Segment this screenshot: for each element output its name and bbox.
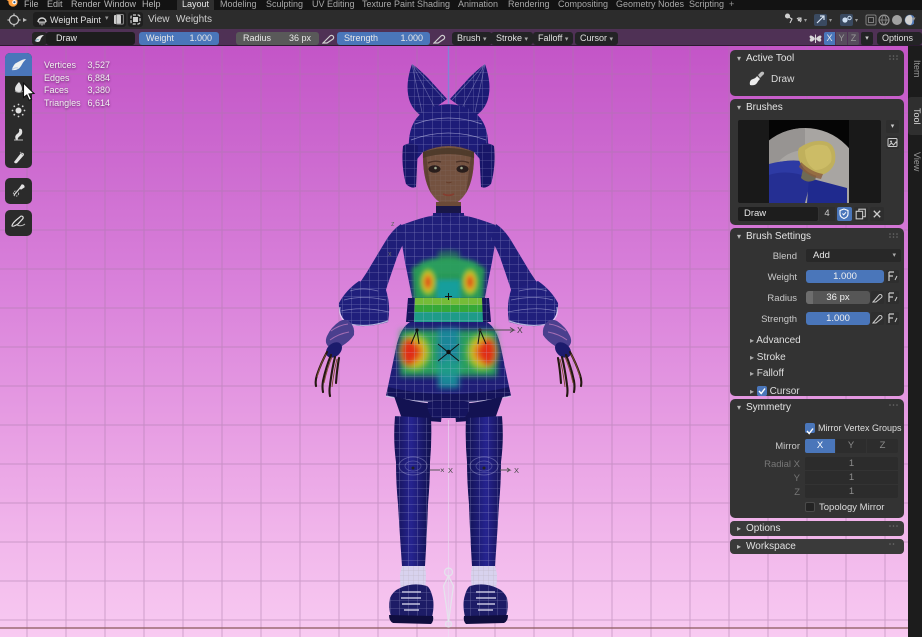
svg-text:x: x — [388, 251, 392, 258]
svg-text:▾: ▾ — [804, 18, 807, 24]
svg-text:×: × — [440, 466, 445, 475]
svg-text:X: X — [517, 325, 523, 335]
svg-text:z: z — [391, 221, 395, 228]
svg-text:▾: ▾ — [829, 18, 832, 24]
svg-text:▾: ▾ — [855, 18, 858, 24]
svg-text:X: X — [514, 466, 519, 475]
svg-text:X: X — [448, 466, 453, 475]
